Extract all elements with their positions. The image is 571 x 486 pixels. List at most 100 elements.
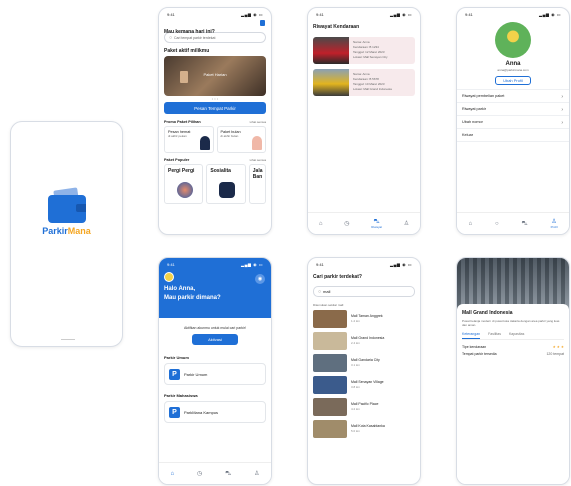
search-screen: 9:41 ▂▄▆ ◉ ▭ Cari parkir terdekat? ○ mall… bbox=[307, 257, 421, 485]
car-icon[interactable]: ⛍ bbox=[522, 221, 528, 227]
menu-label: Keluar bbox=[462, 133, 473, 137]
detail-row-label: Tipe kendaraan bbox=[462, 345, 487, 349]
welcome-screen: 9:41 ▂▄▆ ◉ ▭ ◉ Halo Anna, Mau parkir dima… bbox=[158, 257, 272, 485]
logo-word-mana: Mana bbox=[67, 226, 91, 236]
user-icon[interactable]: ♙ Profil bbox=[551, 219, 558, 229]
bottom-nav: ⌂ ○ ⛍ ♙ Profil bbox=[457, 212, 569, 234]
profile-name: Anna bbox=[505, 61, 521, 67]
status-time: 9:41 bbox=[167, 11, 175, 17]
search-result-item[interactable]: Mall Gandaria City 3.1 km bbox=[313, 353, 415, 373]
detail-row-value: 120 tempat bbox=[546, 352, 564, 356]
notification-icon[interactable] bbox=[260, 20, 265, 26]
menu-item-parking-history[interactable]: Riwayat parkir › bbox=[457, 102, 569, 115]
student-parking-title: Parkir Mahasiswa bbox=[164, 393, 198, 398]
profile-screen: 9:41 ▂▄▆ ◉ ▭ Anna anna@parkirmana.com Uba… bbox=[456, 7, 570, 235]
tab-capacity[interactable]: Kapasitas bbox=[509, 332, 524, 339]
promo-card-1[interactable]: Pesan hemat di akhir pekan bbox=[164, 126, 214, 153]
car-icon[interactable]: ⛍ Riwayat bbox=[371, 219, 382, 229]
search-query: mall bbox=[323, 289, 331, 294]
bottom-nav: ⌂ ◷ ⛍ Riwayat ♙ bbox=[308, 212, 420, 234]
search-result-item[interactable]: Mall Kota Kasablanka 5.0 km bbox=[313, 419, 415, 439]
history-item[interactable]: Nama: Anna Kendaraan: B 1234 Tanggal: 12… bbox=[313, 37, 415, 64]
mall-thumbnail bbox=[313, 332, 347, 350]
chevron-right-icon: › bbox=[561, 120, 563, 126]
mall-thumbnail bbox=[313, 354, 347, 372]
user-icon[interactable]: ♙ bbox=[404, 221, 409, 227]
popular-card-image bbox=[177, 182, 193, 198]
popular-card[interactable]: Pergi Pergi bbox=[164, 164, 204, 204]
search-result-item[interactable]: Mall Pacific Place 4.2 km bbox=[313, 397, 415, 417]
bottom-nav: ⌂ ◷ ⛍ ♙ bbox=[159, 462, 271, 484]
promo-person-image bbox=[252, 136, 262, 150]
parking-p-icon: P bbox=[169, 406, 180, 418]
search-icon: ○ bbox=[318, 288, 322, 295]
see-all-link[interactable]: Lihat semua bbox=[250, 120, 266, 124]
search-result-item[interactable]: Mall Senayan Village 3.8 km bbox=[313, 375, 415, 395]
activate-label: Aktivasi bbox=[208, 337, 222, 342]
promo-person-image bbox=[199, 136, 210, 150]
user-icon[interactable]: ♙ bbox=[254, 471, 259, 477]
search-result-item[interactable]: Mall Taman Anggrek 1.2 km bbox=[313, 309, 415, 329]
popular-card[interactable]: Sosialita bbox=[206, 164, 246, 204]
mall-thumbnail bbox=[313, 398, 347, 416]
search-result-item[interactable]: Mall Grand Indonesia 2.4 km bbox=[313, 331, 415, 351]
clock-icon[interactable]: ◷ bbox=[344, 221, 349, 227]
menu-item-purchase-history[interactable]: Riwayat pembelian paket › bbox=[457, 89, 569, 102]
result-distance: 5.0 km bbox=[351, 429, 361, 433]
edit-profile-button[interactable]: Ubah Profil bbox=[495, 76, 531, 85]
status-time: 9:41 bbox=[316, 261, 324, 267]
menu-label: Riwayat parkir bbox=[462, 107, 487, 111]
popular-section-title: Paket Populer bbox=[164, 158, 190, 162]
status-icons: ▂▄▆ ◉ ▭ bbox=[390, 261, 412, 267]
home-screen: 9:41 ▂▄▆ ◉ ▭ Mau kemana hari ini? ○ Cari … bbox=[158, 7, 272, 235]
promo-header: Paket aktif milikmu bbox=[164, 48, 210, 54]
promo-banner[interactable]: Paket Harian bbox=[164, 56, 266, 96]
search-icon[interactable]: ○ bbox=[495, 221, 499, 227]
tab-description[interactable]: Keterangan bbox=[462, 332, 481, 339]
history-item[interactable]: Nama: Anna Kendaraan: B 5678 Tanggal: 10… bbox=[313, 69, 415, 96]
search-title: Cari parkir terdekat? bbox=[313, 274, 362, 280]
clock-icon[interactable]: ◷ bbox=[197, 471, 202, 477]
splash-footer-bar bbox=[61, 339, 75, 340]
menu-item-change-number[interactable]: Ubah nomor › bbox=[457, 115, 569, 128]
activate-button[interactable]: Aktivasi bbox=[192, 334, 238, 345]
popular-card[interactable]: Jala Ban bbox=[248, 164, 267, 204]
avatar bbox=[164, 272, 174, 282]
status-bar: 9:41 ▂▄▆ ◉ ▭ bbox=[159, 8, 271, 20]
see-all-link[interactable]: Lihat semua bbox=[250, 158, 266, 162]
result-distance: 2.4 km bbox=[351, 341, 361, 345]
promo-card-2[interactable]: Paket bulan di akhir bulan bbox=[216, 126, 266, 153]
result-distance: 3.8 km bbox=[351, 385, 361, 389]
car-icon[interactable]: ⛍ bbox=[225, 471, 231, 477]
menu-item-logout[interactable]: Keluar bbox=[457, 128, 569, 142]
book-parking-button[interactable]: Pesan Tempat Parkir bbox=[164, 102, 266, 114]
status-icons: ▂▄▆ ◉ ▭ bbox=[241, 261, 263, 267]
status-time: 9:41 bbox=[465, 11, 473, 17]
logo-word-parkir: Parkir bbox=[42, 226, 68, 236]
mall-thumbnail bbox=[313, 310, 347, 328]
profile-email: anna@parkirmana.com bbox=[497, 68, 529, 72]
status-bar: 9:41 ▂▄▆ ◉ ▭ bbox=[457, 8, 569, 20]
search-input[interactable]: ○ mall bbox=[313, 286, 415, 297]
status-icons: ▂▄▆ ◉ ▭ bbox=[241, 11, 263, 17]
general-parking-card[interactable]: P Parkir Umum bbox=[164, 363, 266, 385]
welcome-header: 9:41 ▂▄▆ ◉ ▭ ◉ Halo Anna, Mau parkir dima… bbox=[159, 258, 271, 318]
result-distance: 3.1 km bbox=[351, 363, 361, 367]
home-icon[interactable]: ⌂ bbox=[319, 221, 323, 227]
history-location: Lokasi: Mall Senayan City bbox=[353, 55, 388, 59]
menu-label: Ubah nomor bbox=[462, 120, 483, 124]
rating-stars: ★ ★ ★ bbox=[552, 345, 564, 349]
student-parking-card[interactable]: P ParkMana Kampus bbox=[164, 401, 266, 423]
results-label: Ditemukan sekitar mall bbox=[313, 303, 344, 307]
home-icon[interactable]: ⌂ bbox=[468, 221, 472, 227]
promo-section-title: Promo Paket Pilihan bbox=[164, 120, 201, 124]
vehicle-image bbox=[313, 69, 349, 96]
general-parking-title: Parkir Umum bbox=[164, 355, 189, 360]
notification-icon[interactable]: ◉ bbox=[255, 274, 265, 284]
home-icon[interactable]: ⌂ bbox=[170, 471, 174, 477]
tab-facilities[interactable]: Fasilitas bbox=[488, 332, 501, 339]
detail-title: Mall Grand Indonesia bbox=[462, 310, 513, 316]
detail-row: Tempat parkir tersedia 120 tempat bbox=[462, 352, 564, 356]
status-time: 9:41 bbox=[316, 11, 324, 17]
mall-photo bbox=[457, 258, 569, 310]
